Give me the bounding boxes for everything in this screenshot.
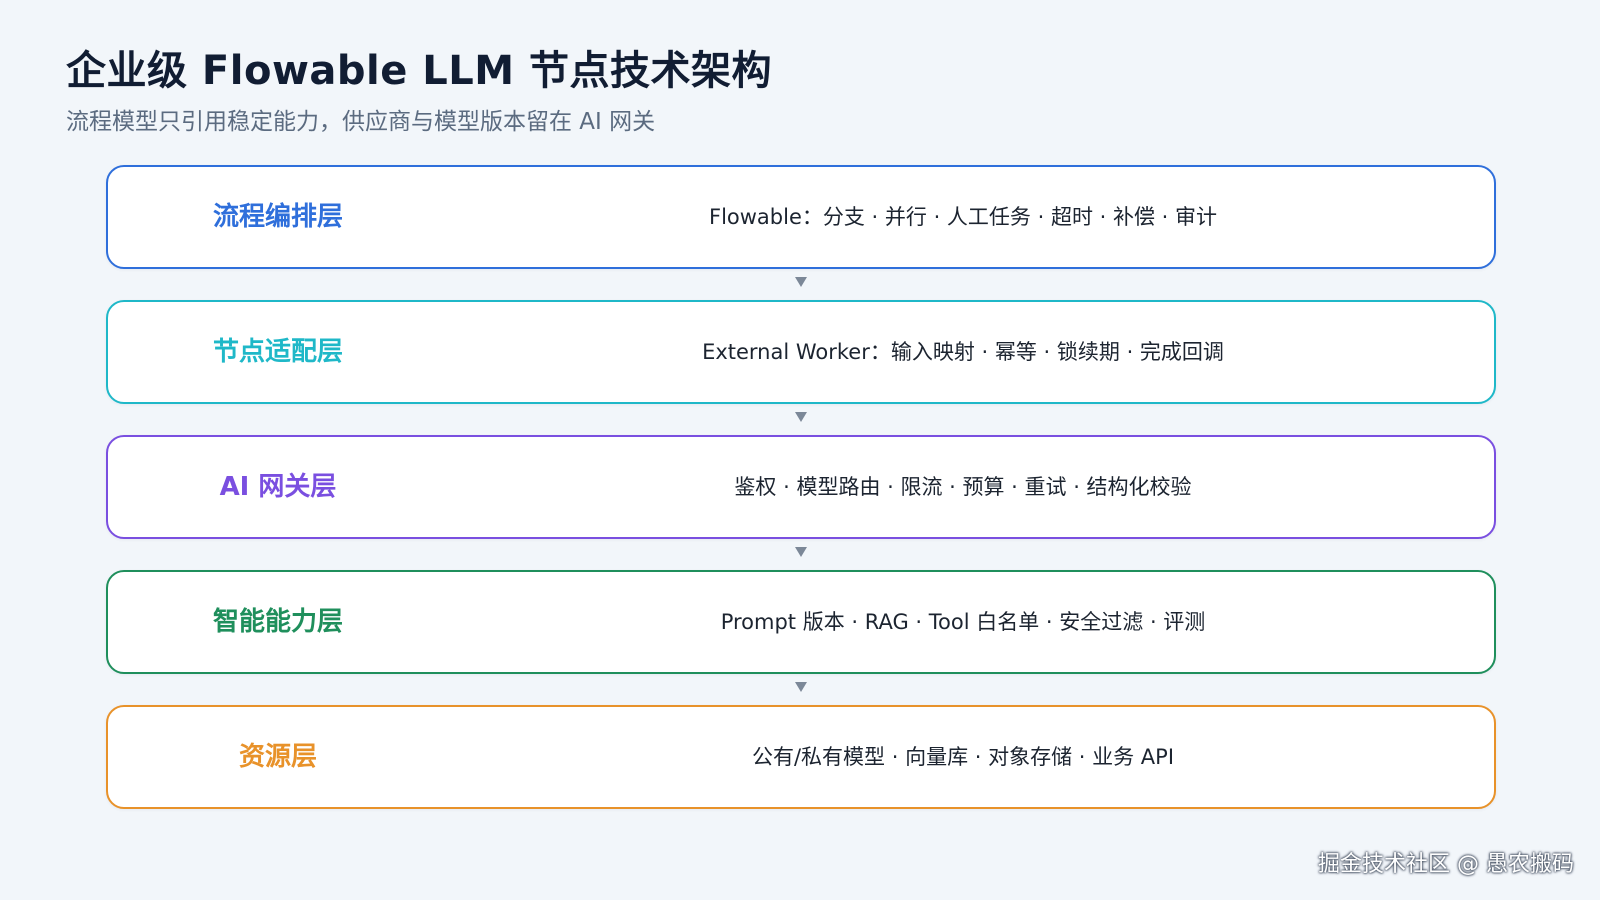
watermark: 掘金技术社区 @ 愚农搬码: [1318, 852, 1574, 877]
layer-name: AI 网关层: [219, 472, 337, 502]
layer-description: External Worker：输入映射 · 幂等 · 锁续期 · 完成回调: [702, 340, 1224, 364]
layer-intelligence: 智能能力层 Prompt 版本 · RAG · Tool 白名单 · 安全过滤 …: [106, 570, 1496, 674]
layer-description: 公有/私有模型 · 向量库 · 对象存储 · 业务 API: [751, 745, 1175, 769]
layer-description: Flowable：分支 · 并行 · 人工任务 · 超时 · 补偿 · 审计: [708, 205, 1218, 229]
layer-adapter: 节点适配层 External Worker：输入映射 · 幂等 · 锁续期 · …: [106, 300, 1496, 404]
layer-ai-gateway: AI 网关层 鉴权 · 模型路由 · 限流 · 预算 · 重试 · 结构化校验: [106, 435, 1496, 539]
layer-orchestration: 流程编排层 Flowable：分支 · 并行 · 人工任务 · 超时 · 补偿 …: [106, 165, 1496, 269]
layer-description: 鉴权 · 模型路由 · 限流 · 预算 · 重试 · 结构化校验: [734, 475, 1192, 499]
page-title: 企业级 Flowable LLM 节点技术架构: [66, 48, 772, 94]
arrow-down-icon: [795, 277, 807, 287]
layer-stack: 流程编排层 Flowable：分支 · 并行 · 人工任务 · 超时 · 补偿 …: [106, 165, 1496, 809]
layer-resource: 资源层 公有/私有模型 · 向量库 · 对象存储 · 业务 API: [106, 705, 1496, 809]
layer-name: 智能能力层: [212, 607, 343, 637]
arrow-down-icon: [795, 547, 807, 557]
arrow-down-icon: [795, 412, 807, 422]
connector: [106, 404, 1496, 435]
connector: [106, 539, 1496, 570]
layer-name: 资源层: [238, 742, 317, 772]
page: 企业级 Flowable LLM 节点技术架构 流程模型只引用稳定能力，供应商与…: [0, 0, 1600, 900]
layer-name: 节点适配层: [212, 337, 343, 367]
connector: [106, 269, 1496, 300]
layer-description: Prompt 版本 · RAG · Tool 白名单 · 安全过滤 · 评测: [720, 610, 1206, 634]
arrow-down-icon: [795, 682, 807, 692]
page-subtitle: 流程模型只引用稳定能力，供应商与模型版本留在 AI 网关: [66, 109, 656, 135]
connector: [106, 674, 1496, 705]
layer-name: 流程编排层: [212, 202, 343, 232]
